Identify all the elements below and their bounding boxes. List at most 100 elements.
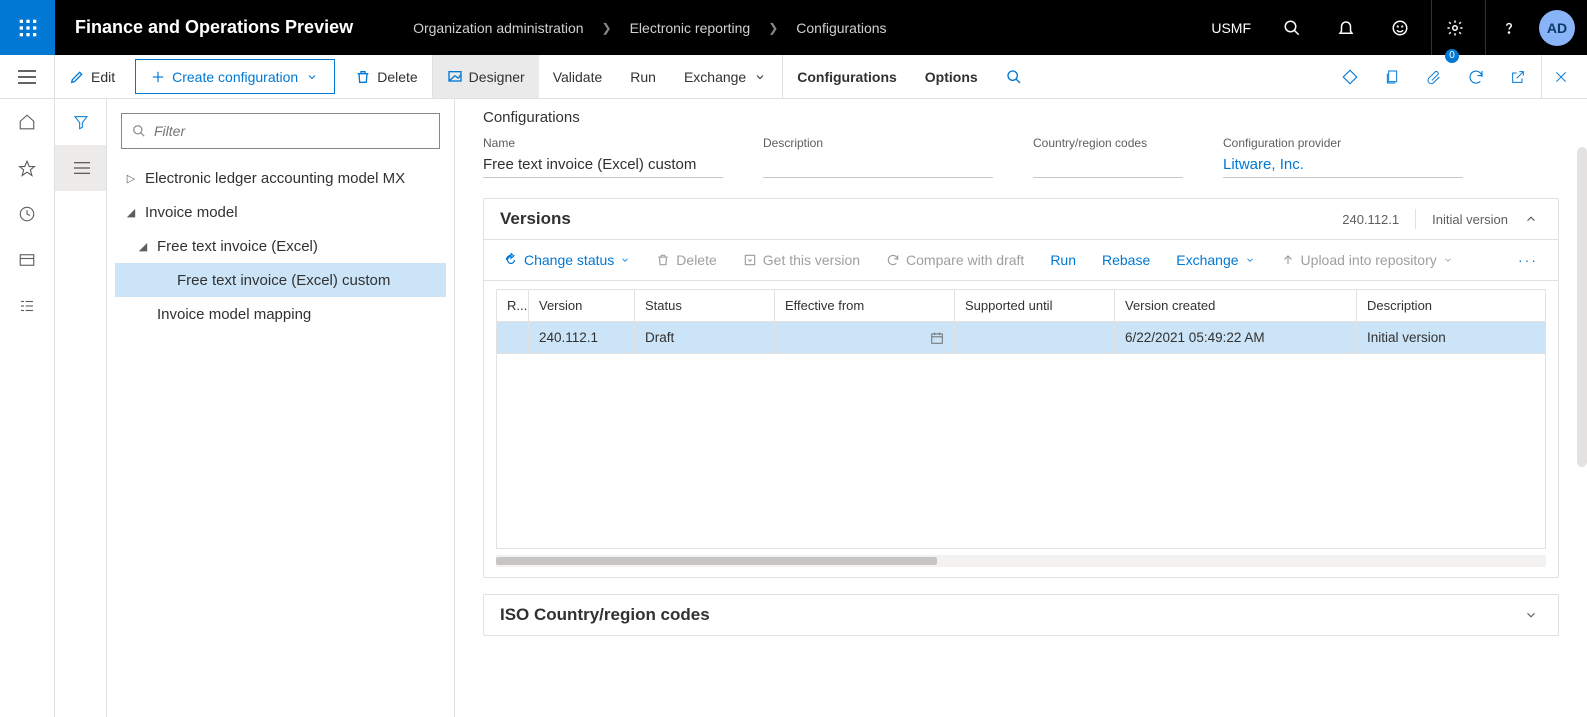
detail-pane: Configurations Name Free text invoice (E… [455, 99, 1587, 717]
field-value-description[interactable] [763, 156, 993, 178]
feedback-smiley-icon[interactable] [1377, 0, 1423, 55]
versions-title: Versions [500, 209, 571, 229]
popout-button[interactable] [1499, 55, 1537, 99]
breadcrumb-item-1[interactable]: Electronic reporting [630, 20, 751, 36]
exchange-menu-button[interactable]: Exchange [670, 55, 783, 98]
field-label-provider: Configuration provider [1223, 136, 1463, 150]
col-header-status[interactable]: Status [635, 290, 775, 321]
star-icon[interactable] [0, 145, 54, 191]
breadcrumb: Organization administration ❯ Electronic… [413, 20, 886, 36]
col-header-version[interactable]: Version [529, 290, 635, 321]
trash-icon [656, 253, 670, 267]
close-button[interactable] [1541, 55, 1579, 99]
chevron-right-icon: ❯ [602, 21, 612, 35]
table-row[interactable]: 240.112.1 Draft 6/22/2021 05:49:22 AM In… [497, 322, 1545, 354]
field-value-name[interactable]: Free text invoice (Excel) custom [483, 156, 723, 178]
list-view-icon[interactable] [55, 145, 106, 191]
tree-node-fti-excel[interactable]: ◢Free text invoice (Excel) [115, 229, 446, 263]
cell-r[interactable] [497, 322, 529, 353]
cell-version[interactable]: 240.112.1 [529, 322, 635, 353]
more-actions-button[interactable]: ··· [1510, 252, 1546, 268]
cell-created[interactable]: 6/22/2021 05:49:22 AM [1115, 322, 1357, 353]
calendar-icon[interactable] [930, 331, 944, 345]
field-label-name: Name [483, 136, 723, 150]
version-run-button[interactable]: Run [1042, 248, 1084, 272]
filter-icon[interactable] [55, 99, 106, 145]
exchange-label: Exchange [684, 69, 746, 85]
workspace-icon[interactable] [0, 237, 54, 283]
horizontal-scrollbar[interactable] [496, 555, 1546, 567]
upload-icon [1281, 253, 1295, 267]
trash-icon [355, 69, 371, 85]
col-header-created[interactable]: Version created [1115, 290, 1357, 321]
col-header-description[interactable]: Description [1357, 290, 1545, 321]
change-status-button[interactable]: Change status [496, 248, 638, 272]
col-header-effective[interactable]: Effective from [775, 290, 955, 321]
attachments-badge: 0 [1445, 49, 1459, 63]
delete-button[interactable]: Delete [341, 55, 432, 98]
tree-node-ledger-mx[interactable]: ▷Electronic ledger accounting model MX [115, 161, 446, 195]
expand-caret-collapsed-icon: ▷ [125, 172, 137, 185]
version-exchange-button[interactable]: Exchange [1168, 248, 1262, 272]
breadcrumb-item-2[interactable]: Configurations [796, 20, 886, 36]
copy-icon[interactable] [1373, 55, 1411, 99]
nav-rail [0, 99, 55, 717]
refresh-button[interactable] [1457, 55, 1495, 99]
company-selector[interactable]: USMF [1201, 20, 1261, 36]
iso-title: ISO Country/region codes [500, 605, 710, 625]
versions-toolbar: Change status Delete Get this version Co… [484, 240, 1558, 281]
tree-node-invoice-model[interactable]: ◢Invoice model [115, 195, 446, 229]
create-label: Create configuration [172, 69, 298, 85]
scrollbar-thumb[interactable] [496, 557, 937, 565]
version-delete-button: Delete [648, 248, 724, 272]
field-value-country-codes[interactable] [1033, 156, 1183, 178]
settings-gear-icon[interactable] [1431, 0, 1477, 55]
cell-supported[interactable] [955, 322, 1115, 353]
col-header-r[interactable]: R... [497, 290, 529, 321]
designer-label: Designer [469, 69, 525, 85]
cell-status[interactable]: Draft [635, 322, 775, 353]
run-label: Run [630, 69, 656, 85]
attachments-button[interactable]: 0 [1415, 55, 1453, 99]
create-configuration-button[interactable]: Create configuration [135, 59, 335, 94]
plus-icon [150, 69, 166, 85]
app-launcher-button[interactable] [0, 0, 55, 55]
help-icon[interactable] [1485, 0, 1531, 55]
recent-icon[interactable] [0, 191, 54, 237]
versions-header[interactable]: Versions 240.112.1 Initial version [484, 199, 1558, 240]
versions-grid: R... Version Status Effective from Suppo… [496, 289, 1546, 549]
filter-input[interactable] [154, 123, 429, 139]
tree-filter-input[interactable] [121, 113, 440, 149]
options-tab[interactable]: Options [911, 55, 992, 98]
tree-node-invoice-model-mapping[interactable]: Invoice model mapping [115, 297, 446, 331]
user-avatar[interactable]: AD [1539, 10, 1575, 46]
rebase-button[interactable]: Rebase [1094, 248, 1158, 272]
tree-node-fti-excel-custom[interactable]: Free text invoice (Excel) custom [115, 263, 446, 297]
designer-button[interactable]: Designer [433, 55, 539, 98]
expand-caret-expanded-icon: ◢ [137, 240, 149, 253]
search-icon[interactable] [1269, 0, 1315, 55]
breadcrumb-item-0[interactable]: Organization administration [413, 20, 583, 36]
scrollbar-thumb[interactable] [1577, 147, 1587, 467]
chevron-right-icon: ❯ [768, 21, 778, 35]
nav-toggle-button[interactable] [0, 55, 55, 98]
configurations-tab[interactable]: Configurations [783, 55, 911, 98]
delete-label: Delete [377, 69, 417, 85]
notifications-icon[interactable] [1323, 0, 1369, 55]
modules-icon[interactable] [0, 283, 54, 329]
upload-into-repository-button: Upload into repository [1273, 248, 1461, 272]
cell-description[interactable]: Initial version [1357, 322, 1545, 353]
chevron-up-icon [1524, 212, 1542, 226]
cell-effective[interactable] [775, 322, 955, 353]
run-button[interactable]: Run [616, 55, 670, 98]
action-search-button[interactable] [992, 55, 1036, 98]
diamond-icon[interactable] [1331, 55, 1369, 99]
expand-caret-expanded-icon: ◢ [125, 206, 137, 219]
edit-button[interactable]: Edit [55, 55, 129, 98]
home-icon[interactable] [0, 99, 54, 145]
validate-button[interactable]: Validate [539, 55, 617, 98]
iso-header[interactable]: ISO Country/region codes [484, 595, 1558, 635]
field-value-provider[interactable]: Litware, Inc. [1223, 156, 1463, 178]
col-header-supported[interactable]: Supported until [955, 290, 1115, 321]
search-icon [1006, 69, 1022, 85]
